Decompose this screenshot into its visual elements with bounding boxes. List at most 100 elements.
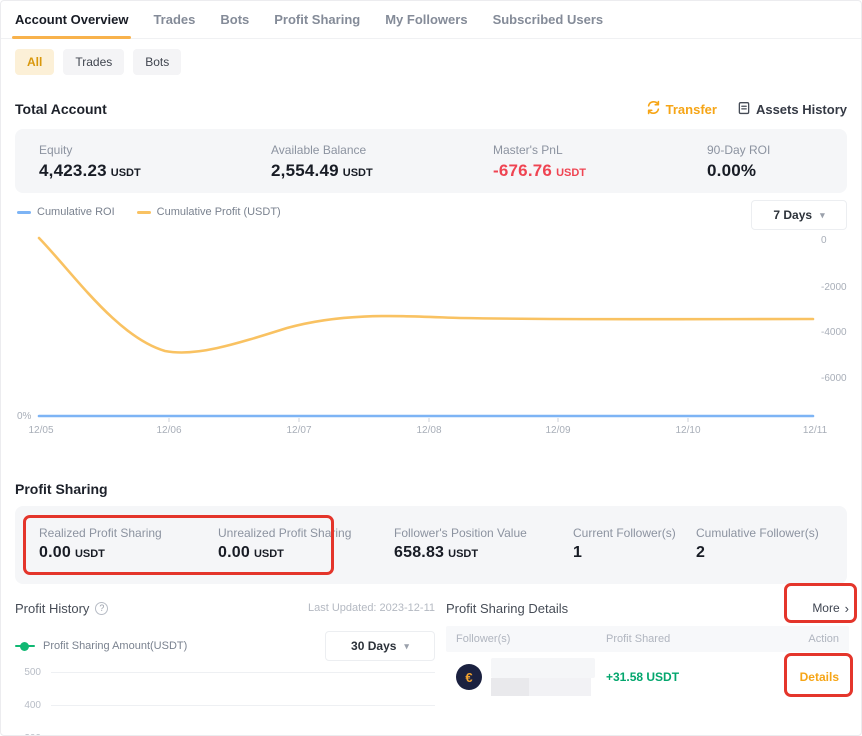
cumulative-profit-line xyxy=(39,238,813,353)
more-button[interactable]: More › xyxy=(812,601,849,615)
profit-sharing-header: Profit Sharing xyxy=(15,480,847,498)
last-updated-text: Last Updated: 2023-12-11 xyxy=(308,602,435,614)
stat-unrealized-value: 0.00 xyxy=(218,544,250,561)
overview-range-value: 7 Days xyxy=(773,208,812,222)
stat-masters-pnl: Master's PnL -676.76 USDT xyxy=(493,143,586,181)
tab-subscribed-users[interactable]: Subscribed Users xyxy=(493,1,604,38)
profit-sharing-title: Profit Sharing xyxy=(15,481,108,497)
stat-current-followers-label: Current Follower(s) xyxy=(573,526,676,540)
stat-available-value: 2,554.49 xyxy=(271,161,339,180)
profit-sharing-details-panel: Profit Sharing Details More › Follower(s… xyxy=(446,599,849,617)
svg-text:-6000: -6000 xyxy=(821,373,847,384)
profit-sharing-stats-panel: Realized Profit Sharing 0.00 USDT Unreali… xyxy=(15,506,847,584)
svg-text:12/11: 12/11 xyxy=(803,425,828,436)
caret-down-icon: ▾ xyxy=(820,211,825,220)
transfer-button[interactable]: Transfer xyxy=(646,100,717,118)
tab-trades[interactable]: Trades xyxy=(153,1,195,38)
top-tab-bar: Account Overview Trades Bots Profit Shar… xyxy=(1,1,861,39)
details-button[interactable]: Details xyxy=(769,670,839,684)
y-tick-400: 400 xyxy=(15,700,41,711)
profit-shared-value: +31.58 USDT xyxy=(606,670,769,684)
overview-chart-legend: Cumulative ROI Cumulative Profit (USDT) xyxy=(17,206,281,218)
assets-history-button[interactable]: Assets History xyxy=(737,101,847,118)
profit-history-range-value: 30 Days xyxy=(351,639,396,653)
details-table-header: Follower(s) Profit Shared Action xyxy=(446,626,849,652)
stat-equity-unit: USDT xyxy=(111,167,141,179)
col-followers: Follower(s) xyxy=(456,633,606,645)
left-axis-tick: 0% xyxy=(17,411,32,422)
stat-available-balance: Available Balance 2,554.49USDT xyxy=(271,143,373,181)
stat-unrealized-profit: Unrealized Profit Sharing 0.00 USDT xyxy=(218,526,351,562)
stat-realized-unit: USDT xyxy=(75,548,105,560)
stat-realized-profit: Realized Profit Sharing 0.00 USDT xyxy=(39,526,162,562)
col-action: Action xyxy=(769,633,839,645)
filter-all[interactable]: All xyxy=(15,49,54,75)
stat-position-label: Follower's Position Value xyxy=(394,526,527,540)
tab-profit-sharing[interactable]: Profit Sharing xyxy=(274,1,360,38)
legend-profit-label: Cumulative Profit (USDT) xyxy=(157,206,281,218)
total-account-header: Total Account Transfer xyxy=(15,99,847,119)
tab-my-followers[interactable]: My Followers xyxy=(385,1,467,38)
stat-unrealized-label: Unrealized Profit Sharing xyxy=(218,526,351,540)
svg-text:-2000: -2000 xyxy=(821,282,847,293)
overview-chart[interactable]: 0% 12/05 12/06 12/07 12/08 12/09 12/10 1… xyxy=(15,227,849,441)
details-panel-title: Profit Sharing Details xyxy=(446,601,568,616)
legend-profit-sharing-amount[interactable]: Profit Sharing Amount(USDT) xyxy=(15,640,187,652)
stat-current-followers: Current Follower(s) 1 xyxy=(573,526,676,562)
svg-text:12/08: 12/08 xyxy=(416,425,441,436)
stat-90day-roi: 90-Day ROI 0.00% xyxy=(707,143,770,181)
stat-realized-label: Realized Profit Sharing xyxy=(39,526,162,540)
stat-roi-value: 0.00% xyxy=(707,161,756,180)
col-profit-shared: Profit Shared xyxy=(606,633,769,645)
follower-avatar: € xyxy=(456,664,482,690)
x-axis-ticks xyxy=(169,418,688,422)
total-account-title: Total Account xyxy=(15,101,107,117)
stat-equity: Equity 4,423.23USDT xyxy=(39,143,141,181)
profit-history-chart[interactable]: 500 400 300 xyxy=(15,656,435,736)
stat-current-followers-value: 1 xyxy=(573,544,582,561)
stat-roi-label: 90-Day ROI xyxy=(707,143,770,157)
tab-bots[interactable]: Bots xyxy=(220,1,249,38)
svg-text:12/09: 12/09 xyxy=(545,425,570,436)
stat-cumulative-followers-value: 2 xyxy=(696,544,705,561)
stat-pnl-value: -676.76 xyxy=(493,161,552,180)
stat-unrealized-unit: USDT xyxy=(254,548,284,560)
profit-history-panel: Profit History ? Last Updated: 2023-12-1… xyxy=(15,599,435,617)
gridline-400: 400 xyxy=(15,689,435,722)
gridline-500: 500 xyxy=(15,656,435,689)
svg-text:12/06: 12/06 xyxy=(156,425,181,436)
green-dot-icon xyxy=(15,645,35,647)
overview-range-select[interactable]: 7 Days ▾ xyxy=(751,200,847,230)
profit-history-legend-label: Profit Sharing Amount(USDT) xyxy=(43,640,187,652)
x-axis-labels: 12/05 12/06 12/07 12/08 12/09 12/10 12/1… xyxy=(28,425,827,436)
stat-available-unit: USDT xyxy=(343,167,373,179)
stat-cumulative-followers-label: Cumulative Follower(s) xyxy=(696,526,819,540)
blue-dash-icon xyxy=(17,211,31,214)
gridline-300: 300 xyxy=(15,722,435,736)
stat-pnl-unit: USDT xyxy=(556,167,586,179)
transfer-label: Transfer xyxy=(666,102,717,117)
caret-down-icon: ▾ xyxy=(404,642,409,651)
stat-cumulative-followers: Cumulative Follower(s) 2 xyxy=(696,526,819,562)
chevron-right-icon: › xyxy=(845,602,849,615)
legend-cumulative-roi[interactable]: Cumulative ROI xyxy=(17,206,115,218)
document-icon xyxy=(737,101,751,118)
filter-bots[interactable]: Bots xyxy=(133,49,181,75)
stat-position-value: 658.83 xyxy=(394,544,444,561)
stat-realized-value: 0.00 xyxy=(39,544,71,561)
tab-account-overview[interactable]: Account Overview xyxy=(15,1,128,38)
legend-cumulative-profit[interactable]: Cumulative Profit (USDT) xyxy=(137,206,281,218)
details-table-row: € +31.58 USDT Details xyxy=(446,652,849,702)
y-tick-500: 500 xyxy=(15,667,41,678)
filter-trades[interactable]: Trades xyxy=(63,49,124,75)
svg-text:12/10: 12/10 xyxy=(675,425,700,436)
follower-name-blurred xyxy=(491,658,595,696)
svg-text:-4000: -4000 xyxy=(821,327,847,338)
follower-cell: € xyxy=(456,658,606,696)
question-circle-icon[interactable]: ? xyxy=(95,602,108,615)
stat-follower-position-value: Follower's Position Value 658.83USDT xyxy=(394,526,527,562)
copy-trading-dashboard: Account Overview Trades Bots Profit Shar… xyxy=(0,0,862,736)
stat-pnl-label: Master's PnL xyxy=(493,143,586,157)
svg-text:0: 0 xyxy=(821,235,827,246)
profit-history-title: Profit History xyxy=(15,601,89,616)
